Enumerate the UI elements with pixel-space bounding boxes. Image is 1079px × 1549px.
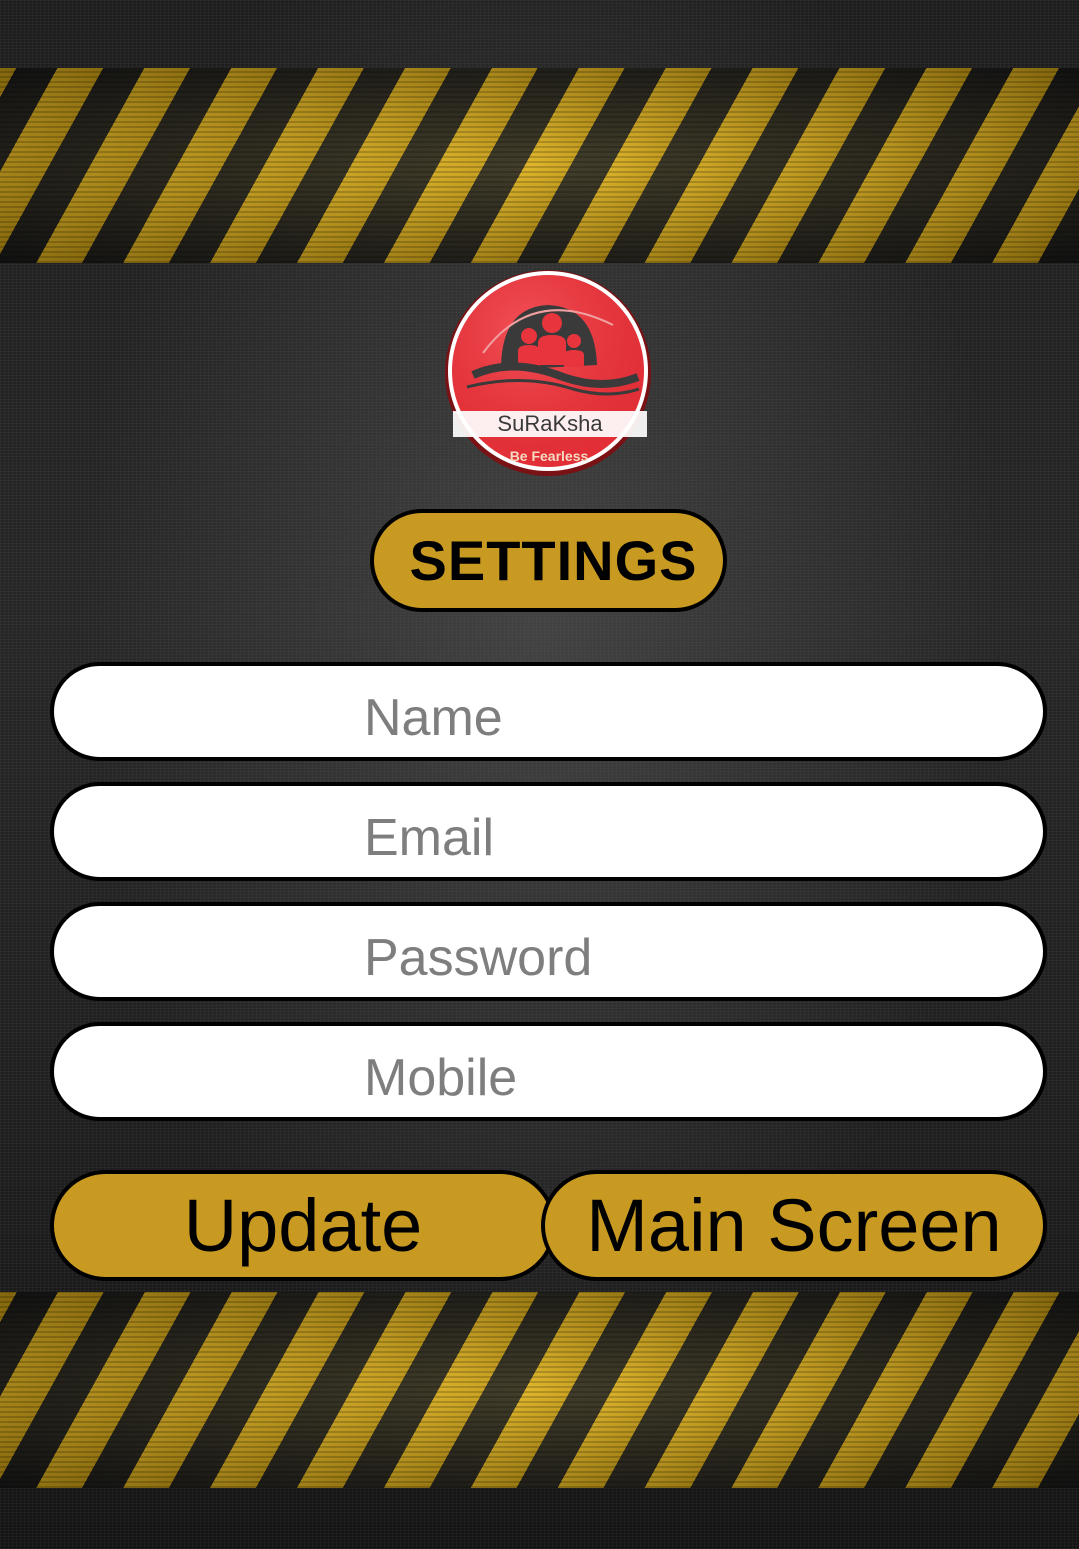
logo-brand-text: SuRaKsha: [497, 411, 603, 436]
update-button[interactable]: Update: [50, 1170, 556, 1281]
hazard-stripe-bottom: [0, 1292, 1079, 1488]
password-input[interactable]: [364, 918, 1004, 998]
hazard-stripe-top: [0, 68, 1079, 263]
mobile-input[interactable]: [364, 1038, 1004, 1118]
email-field[interactable]: [50, 782, 1047, 881]
suraksha-logo: SuRaKsha Be Fearless: [443, 265, 654, 481]
logo-tagline: Be Fearless: [510, 448, 589, 464]
name-input[interactable]: [364, 678, 1004, 758]
main-screen-button-label: Main Screen: [586, 1184, 1002, 1267]
mobile-field[interactable]: [50, 1022, 1047, 1121]
main-screen-button[interactable]: Main Screen: [541, 1170, 1047, 1281]
password-field[interactable]: [50, 902, 1047, 1001]
email-input[interactable]: [364, 798, 1004, 878]
name-field[interactable]: [50, 662, 1047, 761]
page-title: SETTINGS: [409, 529, 698, 592]
settings-title-badge: SETTINGS: [370, 509, 727, 612]
update-button-label: Update: [183, 1184, 423, 1267]
